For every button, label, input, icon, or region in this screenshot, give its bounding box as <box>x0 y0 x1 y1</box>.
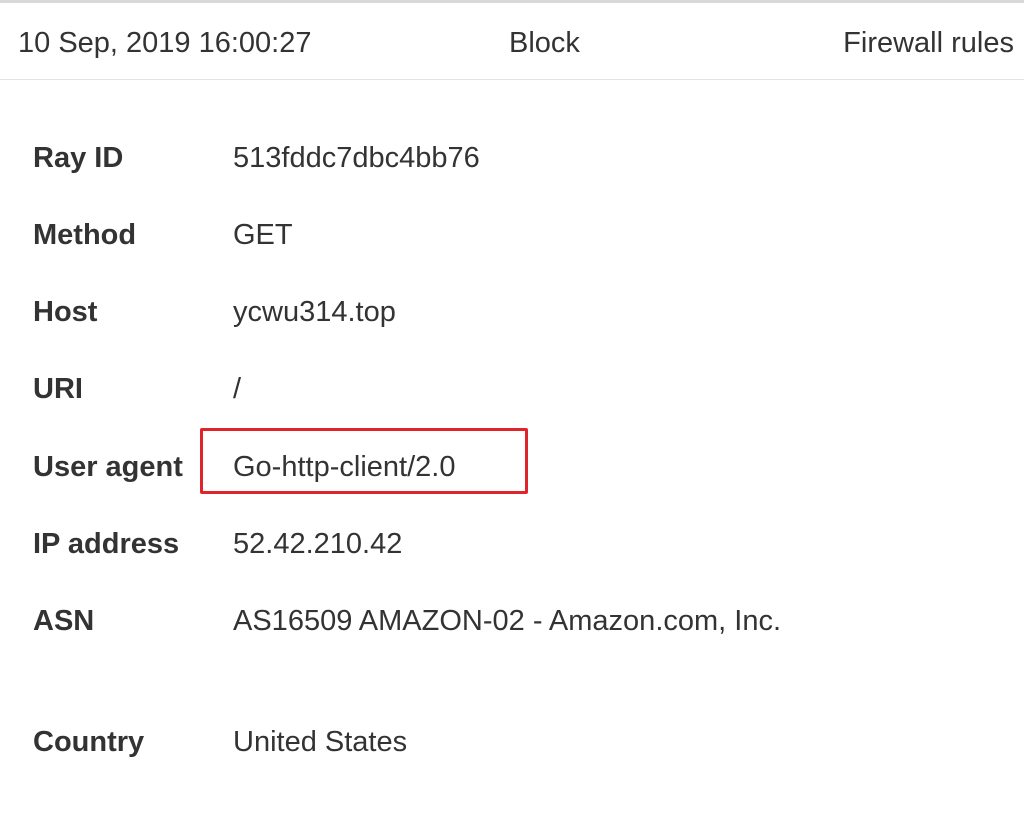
ray-id-label: Ray ID <box>33 142 124 174</box>
event-service: Firewall rules <box>843 27 1014 59</box>
event-date: 10 Sep, 2019 16:00:27 <box>18 27 312 59</box>
uri-value: / <box>233 373 242 405</box>
asn-label: ASN <box>33 605 95 637</box>
method-value: GET <box>233 219 293 251</box>
user-agent-label: User agent <box>33 451 183 483</box>
event-action: Block <box>509 27 580 59</box>
host-value: ycwu314.top <box>233 296 396 328</box>
method-label: Method <box>33 219 137 251</box>
ip-address-label: IP address <box>33 528 180 560</box>
user-agent-highlight-box <box>200 428 528 494</box>
country-label: Country <box>33 726 145 758</box>
event-summary-row[interactable]: 10 Sep, 2019 16:00:27 Block Firewall rul… <box>0 3 1024 80</box>
uri-label: URI <box>33 373 83 405</box>
country-value: United States <box>233 726 408 758</box>
asn-value: AS16509 AMAZON-02 - Amazon.com, Inc. <box>233 605 782 637</box>
ip-address-value: 52.42.210.42 <box>233 528 403 560</box>
ray-id-value: 513fddc7dbc4bb76 <box>233 142 480 174</box>
host-label: Host <box>33 296 98 328</box>
